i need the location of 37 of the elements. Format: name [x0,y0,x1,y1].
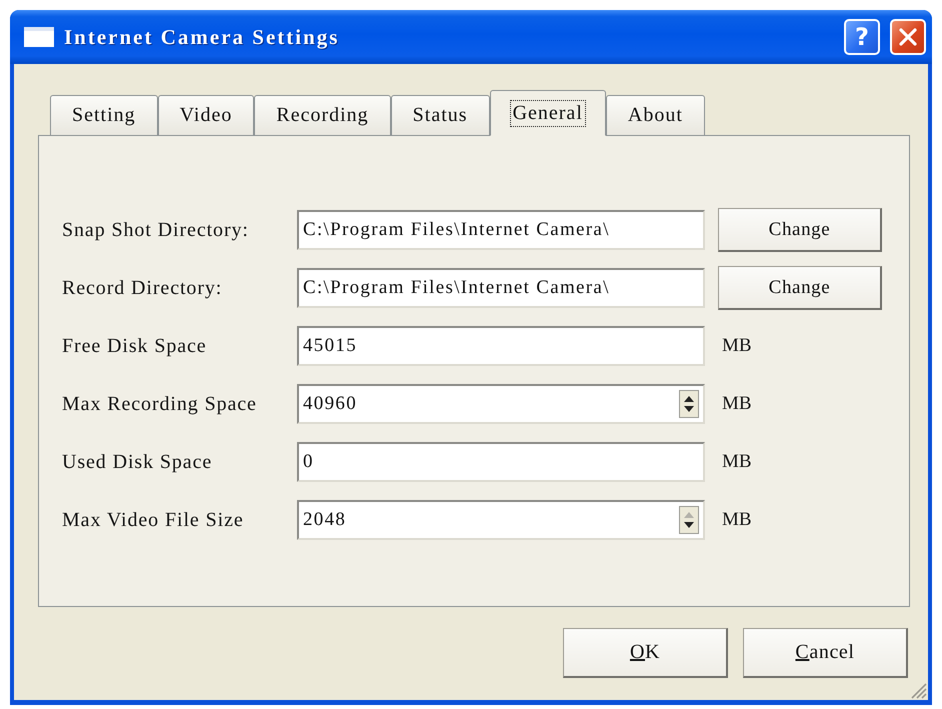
unit-label: MB [722,393,752,415]
field-label: Max Recording Space [62,392,257,416]
text-field[interactable]: 45015 [297,326,705,366]
field-label: Record Directory: [62,276,222,300]
field-label: Max Video File Size [62,508,244,532]
tab[interactable]: Recording [254,95,391,136]
tab[interactable]: Status [390,95,490,136]
help-button[interactable]: ? [844,19,880,55]
spinner-control[interactable] [679,390,699,418]
text-field[interactable]: C:\Program Files\Internet Camera\ [297,210,705,250]
change-button[interactable]: Change [718,266,882,310]
number-field[interactable]: 40960 [297,384,705,424]
field-label: Free Disk Space [62,334,207,358]
unit-label: MB [722,451,752,473]
close-icon [899,28,917,46]
change-button[interactable]: Change [718,208,882,252]
down-arrow-icon[interactable] [684,522,694,528]
text-field[interactable]: C:\Program Files\Internet Camera\ [297,268,705,308]
window-icon [24,27,54,47]
cancel-button[interactable]: Cancel [743,628,908,678]
number-field[interactable]: 2048 [297,500,705,540]
tab[interactable]: Setting [50,95,158,136]
tab[interactable]: Video [158,95,254,136]
field-label: Used Disk Space [62,450,212,474]
spinner-control[interactable] [679,506,699,534]
tab[interactable]: General [490,90,606,136]
resize-grip-icon[interactable] [909,681,927,699]
field-label: Snap Shot Directory: [62,218,249,242]
down-arrow-icon[interactable] [684,406,694,412]
ok-button[interactable]: OK [563,628,728,678]
unit-label: MB [722,335,752,357]
tab[interactable]: About [606,95,705,136]
window-title: Internet Camera Settings [64,24,340,50]
up-arrow-icon[interactable] [684,396,694,402]
close-button[interactable] [890,19,926,55]
text-field[interactable]: 0 [297,442,705,482]
unit-label: MB [722,509,752,531]
